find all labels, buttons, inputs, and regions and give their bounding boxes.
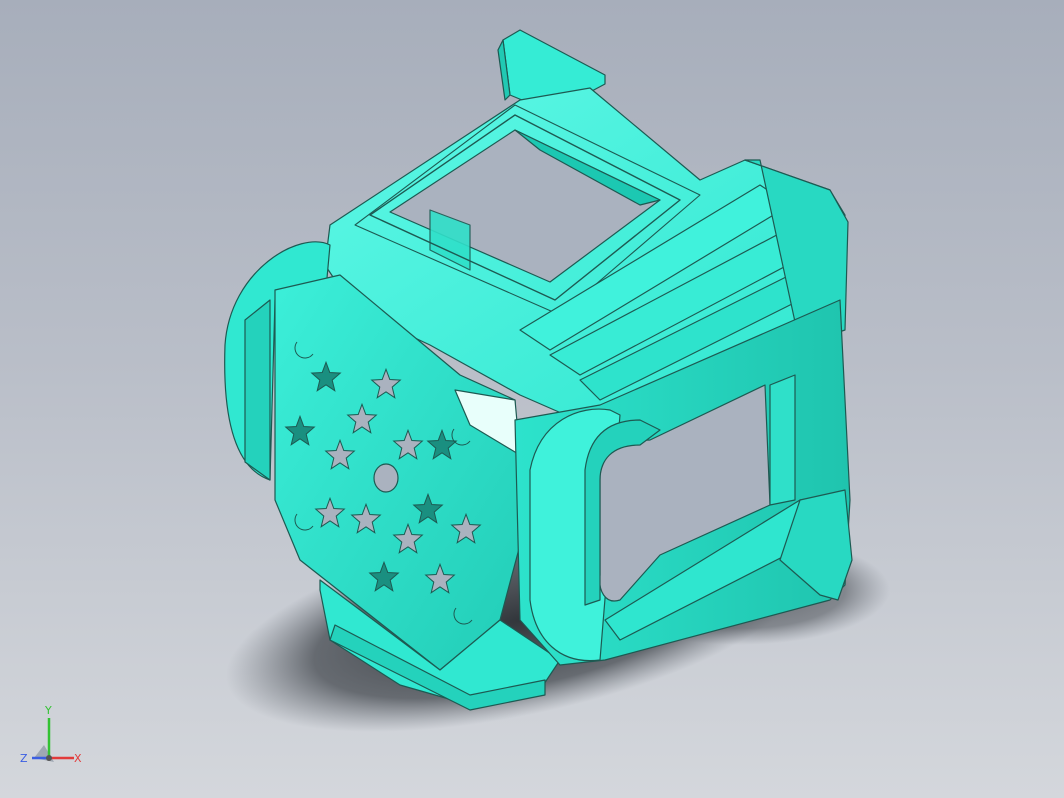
graphics-viewport[interactable]: Y X Z [0,0,1064,798]
z-axis-label: Z [20,752,28,765]
coordinate-triad: Y X Z [20,704,82,765]
model-view[interactable] [0,0,1064,798]
x-axis-label: X [74,752,82,765]
y-axis-label: Y [44,704,52,717]
